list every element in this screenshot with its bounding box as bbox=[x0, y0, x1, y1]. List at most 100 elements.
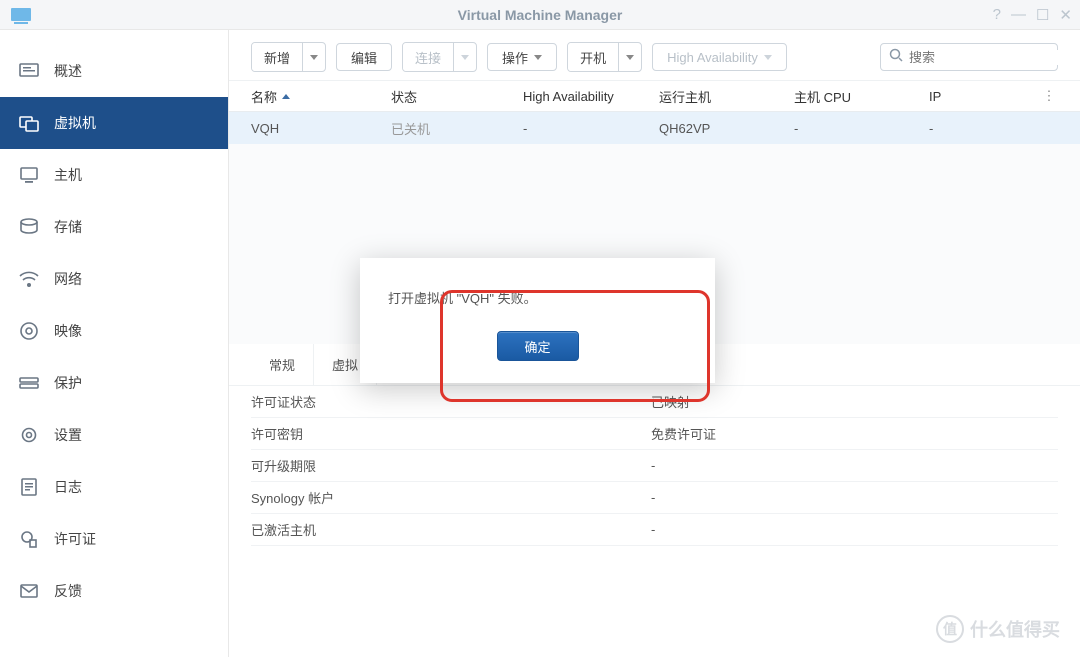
poweron-button[interactable]: 开机 bbox=[568, 43, 618, 71]
sidebar-label: 保护 bbox=[54, 373, 82, 393]
detail-row: 许可证状态 已映射 bbox=[251, 386, 1058, 418]
network-icon bbox=[18, 268, 40, 290]
sidebar-item-license[interactable]: 许可证 bbox=[0, 513, 228, 565]
log-icon bbox=[18, 476, 40, 498]
detail-area: 常规 虚拟 许可证状态 已映射 许可密钥 免费许可证 可升级期限 - Synol… bbox=[229, 344, 1080, 657]
sidebar-item-host[interactable]: 主机 bbox=[0, 149, 228, 201]
detail-row: 已激活主机 - bbox=[251, 514, 1058, 546]
detail-row: 可升级期限 - bbox=[251, 450, 1058, 482]
connect-button[interactable]: 连接 bbox=[403, 43, 453, 71]
poweron-dropdown[interactable] bbox=[618, 43, 641, 71]
th-name[interactable]: 名称 bbox=[251, 81, 391, 111]
th-host-cpu[interactable]: 主机 CPU bbox=[794, 81, 929, 111]
detail-label: 已激活主机 bbox=[251, 520, 651, 539]
close-button[interactable]: ✕ bbox=[1059, 6, 1072, 24]
error-message: 打开虚拟机 "VQH" 失败。 bbox=[388, 288, 687, 307]
table-row[interactable]: VQH 已关机 - QH62VP - - bbox=[229, 112, 1080, 144]
sidebar-label: 设置 bbox=[54, 425, 82, 445]
sidebar-label: 日志 bbox=[54, 477, 82, 497]
connect-button-group: 连接 bbox=[402, 42, 477, 72]
help-button[interactable]: ? bbox=[993, 6, 1001, 23]
app-icon bbox=[10, 6, 32, 24]
sidebar-item-network[interactable]: 网络 bbox=[0, 253, 228, 305]
tab-general[interactable]: 常规 bbox=[251, 344, 314, 385]
sidebar-label: 概述 bbox=[54, 61, 82, 81]
license-icon bbox=[18, 528, 40, 550]
minimize-button[interactable]: — bbox=[1011, 6, 1026, 23]
sidebar-item-overview[interactable]: 概述 bbox=[0, 45, 228, 97]
add-dropdown[interactable] bbox=[302, 43, 325, 71]
settings-icon bbox=[18, 424, 40, 446]
host-icon bbox=[18, 164, 40, 186]
th-ip[interactable]: IP bbox=[929, 81, 1039, 111]
overview-icon bbox=[18, 60, 40, 82]
ok-button[interactable]: 确定 bbox=[497, 331, 579, 361]
sidebar-item-vm[interactable]: 虚拟机 bbox=[0, 97, 228, 149]
detail-row: Synology 帐户 - bbox=[251, 482, 1058, 514]
td-running-host: QH62VP bbox=[659, 112, 794, 144]
detail-value: 免费许可证 bbox=[651, 424, 1058, 443]
sidebar-label: 存储 bbox=[54, 217, 82, 237]
table-header: 名称 状态 High Availability 运行主机 主机 CPU IP ⋮ bbox=[229, 80, 1080, 112]
ha-button[interactable]: High Availability bbox=[652, 43, 787, 71]
operate-button[interactable]: 操作 bbox=[487, 43, 557, 71]
sidebar-label: 反馈 bbox=[54, 581, 82, 601]
chevron-down-icon bbox=[534, 55, 542, 60]
sidebar-item-image[interactable]: 映像 bbox=[0, 305, 228, 357]
protect-icon bbox=[18, 372, 40, 394]
td-name: VQH bbox=[251, 112, 391, 144]
sidebar-item-settings[interactable]: 设置 bbox=[0, 409, 228, 461]
sidebar-label: 主机 bbox=[54, 165, 82, 185]
sidebar-item-protect[interactable]: 保护 bbox=[0, 357, 228, 409]
th-running-host[interactable]: 运行主机 bbox=[659, 81, 794, 111]
window-titlebar: Virtual Machine Manager ? — ☐ ✕ bbox=[0, 0, 1080, 30]
td-ha: - bbox=[523, 112, 659, 144]
th-status[interactable]: 状态 bbox=[391, 81, 523, 111]
ha-label: High Availability bbox=[667, 50, 758, 65]
toolbar: 新增 编辑 连接 操作 开机 High Availability bbox=[229, 30, 1080, 80]
detail-label: Synology 帐户 bbox=[251, 488, 651, 507]
sort-asc-icon bbox=[282, 94, 290, 99]
sidebar-label: 虚拟机 bbox=[54, 113, 96, 133]
window-title: Virtual Machine Manager bbox=[458, 7, 623, 23]
sidebar-item-storage[interactable]: 存储 bbox=[0, 201, 228, 253]
sidebar-item-feedback[interactable]: 反馈 bbox=[0, 565, 228, 617]
chevron-down-icon bbox=[764, 55, 772, 60]
watermark-icon: 值 bbox=[936, 615, 964, 643]
chevron-down-icon bbox=[310, 55, 318, 60]
storage-icon bbox=[18, 216, 40, 238]
td-host-cpu: - bbox=[794, 112, 929, 144]
td-status: 已关机 bbox=[391, 112, 523, 144]
watermark-text: 什么值得买 bbox=[970, 616, 1060, 642]
search-input[interactable] bbox=[909, 50, 1080, 65]
sidebar-label: 许可证 bbox=[54, 529, 96, 549]
edit-button[interactable]: 编辑 bbox=[336, 43, 392, 71]
th-ha[interactable]: High Availability bbox=[523, 81, 659, 111]
sidebar-label: 映像 bbox=[54, 321, 82, 341]
error-dialog: 打开虚拟机 "VQH" 失败。 确定 bbox=[360, 258, 715, 383]
image-icon bbox=[18, 320, 40, 342]
connect-dropdown[interactable] bbox=[453, 43, 476, 71]
sidebar-item-log[interactable]: 日志 bbox=[0, 461, 228, 513]
detail-label: 可升级期限 bbox=[251, 456, 651, 475]
detail-value: 已映射 bbox=[651, 392, 1058, 411]
th-more-icon[interactable]: ⋮ bbox=[1039, 81, 1059, 111]
poweron-button-group: 开机 bbox=[567, 42, 642, 72]
add-button-group: 新增 bbox=[251, 42, 326, 72]
td-ip: - bbox=[929, 112, 1039, 144]
search-box[interactable] bbox=[880, 43, 1058, 71]
maximize-button[interactable]: ☐ bbox=[1036, 6, 1049, 24]
add-button[interactable]: 新增 bbox=[252, 43, 302, 71]
chevron-down-icon bbox=[461, 55, 469, 60]
app-icon-wrap bbox=[10, 6, 32, 24]
search-icon bbox=[889, 48, 903, 67]
chevron-down-icon bbox=[626, 55, 634, 60]
detail-rows: 许可证状态 已映射 许可密钥 免费许可证 可升级期限 - Synology 帐户… bbox=[229, 386, 1080, 546]
feedback-icon bbox=[18, 580, 40, 602]
detail-label: 许可密钥 bbox=[251, 424, 651, 443]
detail-value: - bbox=[651, 522, 1058, 537]
detail-label: 许可证状态 bbox=[251, 392, 651, 411]
sidebar-label: 网络 bbox=[54, 269, 82, 289]
detail-row: 许可密钥 免费许可证 bbox=[251, 418, 1058, 450]
detail-value: - bbox=[651, 490, 1058, 505]
